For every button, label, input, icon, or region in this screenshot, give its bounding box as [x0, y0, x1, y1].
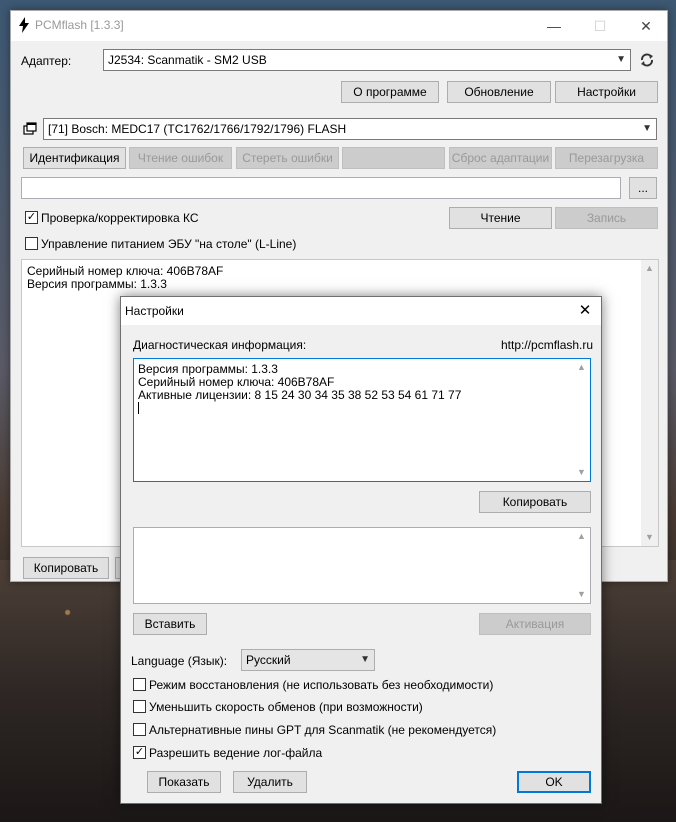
chevron-down-icon: ▼ [616, 54, 626, 65]
adapter-value: J2534: Scanmatik - SM2 USB [108, 53, 267, 67]
module-select[interactable]: [71] Bosch: MEDC17 (TC1762/1766/1792/179… [43, 118, 657, 140]
log-line: Версия программы: 1.3.3 [27, 277, 167, 291]
settings-dialog: Настройки ✕ Диагностическая информация: … [120, 296, 602, 804]
copy-log-button[interactable]: Копировать [23, 557, 109, 579]
reduce-speed-checkbox[interactable] [133, 700, 146, 713]
language-label: Language (Язык): [131, 654, 228, 668]
power-label: Управление питанием ЭБУ "на столе" (L-Li… [41, 237, 297, 251]
reboot-button: Перезагрузка [555, 147, 658, 169]
scroll-up-icon[interactable]: ▲ [573, 359, 590, 376]
adapter-select[interactable]: J2534: Scanmatik - SM2 USB ▼ [103, 49, 631, 71]
text-cursor [138, 402, 139, 414]
module-value: [71] Bosch: MEDC17 (TC1762/1766/1792/179… [48, 122, 347, 136]
title-bar: PCMflash [1.3.3] — ☐ ✕ [11, 11, 667, 41]
diag-info-text[interactable]: Версия программы: 1.3.3 Серийный номер к… [133, 358, 591, 482]
minimize-button[interactable]: — [531, 11, 577, 41]
reset-adaptation-button: Сброс адаптации [449, 147, 552, 169]
scroll-up-icon[interactable]: ▲ [573, 528, 590, 545]
recovery-mode-checkbox[interactable] [133, 678, 146, 691]
reduce-speed-label: Уменьшить скорость обменов (при возможно… [149, 700, 423, 714]
power-checkbox[interactable] [25, 237, 38, 250]
read-errors-button: Чтение ошибок [129, 147, 232, 169]
dialog-title-bar: Настройки ✕ [121, 297, 601, 325]
clear-errors-button: Стереть ошибки [236, 147, 339, 169]
language-value: Русский [246, 653, 291, 667]
maximize-button: ☐ [593, 18, 607, 34]
diag-info-label: Диагностическая информация: [133, 338, 307, 352]
chevron-down-icon: ▼ [642, 123, 652, 134]
paste-button[interactable]: Вставить [133, 613, 207, 635]
scroll-down-icon[interactable]: ▼ [573, 586, 590, 603]
info-scrollbar[interactable]: ▲ ▼ [573, 359, 590, 481]
log-scrollbar[interactable]: ▲ ▼ [641, 260, 658, 546]
info-line: Активные лицензии: 8 15 24 30 34 35 38 5… [138, 388, 462, 402]
ok-button[interactable]: OK [517, 771, 591, 793]
scroll-down-icon[interactable]: ▼ [573, 464, 590, 481]
alt-gpt-pins-label: Альтернативные пины GPT для Scanmatik (н… [149, 723, 497, 737]
checksum-checkbox[interactable]: ✓ [25, 211, 38, 224]
show-button[interactable]: Показать [147, 771, 221, 793]
update-button[interactable]: Обновление [447, 81, 551, 103]
lightning-icon [19, 17, 29, 33]
log-file-label: Разрешить ведение лог-файла [149, 746, 323, 760]
checksum-label: Проверка/корректировка КС [41, 211, 199, 225]
log-file-checkbox[interactable]: ✓ [133, 746, 146, 759]
about-button[interactable]: О программе [341, 81, 439, 103]
chevron-down-icon: ▼ [360, 654, 370, 665]
scroll-down-icon[interactable]: ▼ [641, 529, 658, 546]
license-input[interactable]: ▲ ▼ [133, 527, 591, 604]
language-select[interactable]: Русский ▼ [241, 649, 375, 671]
refresh-icon[interactable] [639, 52, 655, 68]
recovery-mode-label: Режим восстановления (не использовать бе… [149, 678, 494, 692]
adapter-label: Адаптер: [21, 54, 72, 68]
window-title: PCMflash [1.3.3] [35, 18, 124, 32]
dialog-title: Настройки [125, 304, 184, 318]
read-button[interactable]: Чтение [449, 207, 552, 229]
site-link[interactable]: http://pcmflash.ru [501, 338, 593, 352]
license-scrollbar[interactable]: ▲ ▼ [573, 528, 590, 603]
settings-button[interactable]: Настройки [555, 81, 658, 103]
file-path-input[interactable] [21, 177, 621, 199]
close-button[interactable]: ✕ [623, 11, 669, 41]
browse-button[interactable]: ... [629, 177, 657, 199]
alt-gpt-pins-checkbox[interactable] [133, 723, 146, 736]
delete-button[interactable]: Удалить [233, 771, 307, 793]
write-button: Запись [555, 207, 658, 229]
scroll-up-icon[interactable]: ▲ [641, 260, 658, 277]
blank-button [342, 147, 445, 169]
dialog-close-icon[interactable]: ✕ [569, 297, 601, 325]
activate-button: Активация [479, 613, 591, 635]
identify-button[interactable]: Идентификация [23, 147, 126, 169]
dialog-copy-button[interactable]: Копировать [479, 491, 591, 513]
module-select-icon[interactable] [23, 122, 37, 136]
